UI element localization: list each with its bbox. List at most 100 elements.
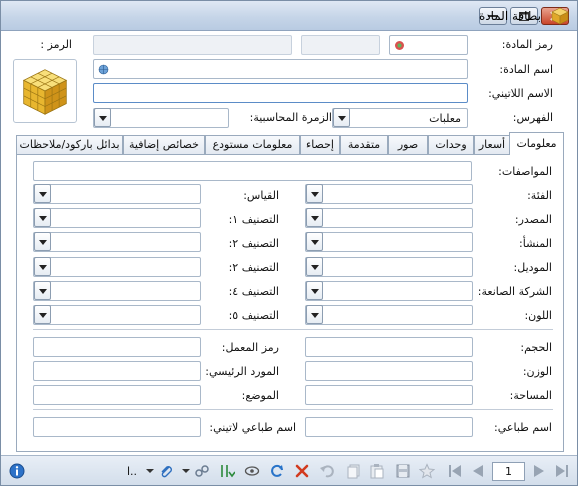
print-name-input[interactable] bbox=[305, 417, 473, 437]
manufacturer-dropdown-button[interactable] bbox=[306, 281, 323, 300]
location-input[interactable] bbox=[33, 385, 201, 405]
copy-icon[interactable] bbox=[346, 463, 362, 479]
extra-label: ا.. bbox=[126, 464, 138, 478]
size-dropdown-button[interactable] bbox=[34, 184, 51, 203]
first-record-icon[interactable] bbox=[447, 463, 463, 479]
attachment-icon[interactable] bbox=[158, 463, 174, 479]
symbol-label: الرمز : bbox=[40, 38, 72, 51]
class1-select[interactable] bbox=[33, 208, 201, 228]
chevron-down-icon[interactable] bbox=[181, 463, 191, 479]
separator-1 bbox=[33, 329, 553, 330]
class1-label: التصنيف ١: bbox=[228, 213, 279, 226]
class2b-select[interactable] bbox=[33, 257, 201, 277]
class2a-select[interactable] bbox=[33, 232, 201, 252]
origin-select[interactable] bbox=[305, 232, 473, 252]
delete-icon[interactable] bbox=[294, 463, 310, 479]
save-icon[interactable] bbox=[395, 463, 411, 479]
star-icon[interactable] bbox=[419, 463, 435, 479]
color-label: اللون: bbox=[524, 309, 552, 322]
main-supplier-label: المورد الرئيسي: bbox=[205, 365, 279, 378]
yellow-cube-icon bbox=[22, 69, 68, 115]
box-icon bbox=[551, 7, 569, 25]
location-label: الموضع: bbox=[241, 389, 279, 402]
color-select[interactable] bbox=[305, 305, 473, 325]
category-label: الفئة: bbox=[527, 189, 552, 202]
area-input[interactable] bbox=[305, 385, 473, 405]
chevron-down-icon[interactable] bbox=[145, 463, 155, 479]
origin-label: المنشأ: bbox=[519, 237, 552, 250]
model-dropdown-button[interactable] bbox=[306, 257, 323, 276]
origin-dropdown-button[interactable] bbox=[306, 232, 323, 251]
class5-select[interactable] bbox=[33, 305, 201, 325]
item-image[interactable] bbox=[13, 59, 77, 123]
volume-label: الحجم: bbox=[520, 341, 552, 354]
item-name-label: اسم المادة: bbox=[499, 63, 553, 76]
weight-input[interactable] bbox=[305, 361, 473, 381]
class4-dropdown-button[interactable] bbox=[34, 281, 51, 300]
class2a-dropdown-button[interactable] bbox=[34, 232, 51, 251]
info-icon[interactable] bbox=[9, 463, 25, 479]
class1-dropdown-button[interactable] bbox=[34, 208, 51, 227]
latin-print-name-input[interactable] bbox=[33, 417, 201, 437]
code-extra-field bbox=[301, 35, 380, 55]
tab-images[interactable]: صور bbox=[388, 135, 428, 154]
class4-select[interactable] bbox=[33, 281, 201, 301]
category-select[interactable] bbox=[305, 184, 473, 204]
item-card-window: بطاقة المادة رمز المادة: الرمز : اسم الم… bbox=[0, 0, 578, 486]
specs-label: المواصفات: bbox=[498, 165, 552, 178]
volume-input[interactable] bbox=[305, 337, 473, 357]
move-down-icon[interactable] bbox=[219, 463, 235, 479]
previous-record-icon[interactable] bbox=[470, 463, 486, 479]
tab-warehouse-info[interactable]: معلومات مستودع bbox=[205, 135, 300, 154]
tab-info[interactable]: معلومات bbox=[509, 132, 564, 155]
weight-label: الوزن: bbox=[522, 365, 552, 378]
page-number-input[interactable]: 1 bbox=[492, 462, 525, 481]
accounting-group-label: الزمرة المحاسبية: bbox=[249, 111, 332, 124]
area-label: المساحة: bbox=[509, 389, 552, 402]
tab-extra-properties[interactable]: خصائص إضافية bbox=[123, 135, 205, 154]
link-icon[interactable] bbox=[194, 463, 210, 479]
separator-2 bbox=[33, 409, 553, 410]
class2b-dropdown-button[interactable] bbox=[34, 257, 51, 276]
tab-advanced[interactable]: متقدمة bbox=[340, 135, 388, 154]
source-dropdown-button[interactable] bbox=[306, 208, 323, 227]
paste-icon[interactable] bbox=[369, 463, 385, 479]
globe-icon bbox=[98, 64, 109, 75]
specs-input[interactable] bbox=[33, 161, 472, 181]
class2a-label: التصنيف ٢: bbox=[228, 237, 279, 250]
next-record-icon[interactable] bbox=[531, 463, 547, 479]
tab-barcode-notes[interactable]: بدائل باركود/ملاحظات bbox=[16, 135, 123, 154]
color-dropdown-button[interactable] bbox=[306, 305, 323, 324]
factory-code-input[interactable] bbox=[33, 337, 201, 357]
main-supplier-input[interactable] bbox=[33, 361, 201, 381]
class5-dropdown-button[interactable] bbox=[34, 305, 51, 324]
tab-statistics[interactable]: إحصاء bbox=[300, 135, 340, 154]
class4-label: التصنيف ٤: bbox=[228, 285, 279, 298]
index-select[interactable]: معلبات bbox=[332, 108, 468, 128]
tab-prices[interactable]: أسعار bbox=[474, 135, 510, 154]
latin-name-input[interactable] bbox=[93, 83, 468, 103]
model-select[interactable] bbox=[305, 257, 473, 277]
index-label: الفهرس: bbox=[512, 111, 553, 124]
accounting-group-dropdown-button[interactable] bbox=[94, 108, 111, 127]
item-code-input[interactable] bbox=[389, 35, 468, 55]
undo-icon[interactable] bbox=[319, 463, 335, 479]
source-select[interactable] bbox=[305, 208, 473, 228]
class5-label: التصنيف ٥: bbox=[228, 309, 279, 322]
source-label: المصدر: bbox=[514, 213, 552, 226]
item-name-input[interactable] bbox=[93, 59, 468, 79]
accounting-group-select[interactable] bbox=[93, 108, 229, 128]
refresh-icon[interactable] bbox=[269, 463, 285, 479]
tab-bar: معلومات أسعار وحدات صور متقدمة إحصاء معل… bbox=[16, 132, 564, 155]
bottom-toolbar: ا.. 1 bbox=[1, 455, 577, 485]
category-dropdown-button[interactable] bbox=[306, 184, 323, 203]
size-label: القياس: bbox=[243, 189, 279, 202]
index-dropdown-button[interactable] bbox=[333, 108, 350, 127]
view-icon[interactable] bbox=[244, 463, 260, 479]
manufacturer-select[interactable] bbox=[305, 281, 473, 301]
factory-code-label: رمز المعمل: bbox=[221, 341, 279, 354]
size-select[interactable] bbox=[33, 184, 201, 204]
tab-units[interactable]: وحدات bbox=[428, 135, 474, 154]
barcode-icon bbox=[395, 41, 404, 50]
last-record-icon[interactable] bbox=[554, 463, 570, 479]
